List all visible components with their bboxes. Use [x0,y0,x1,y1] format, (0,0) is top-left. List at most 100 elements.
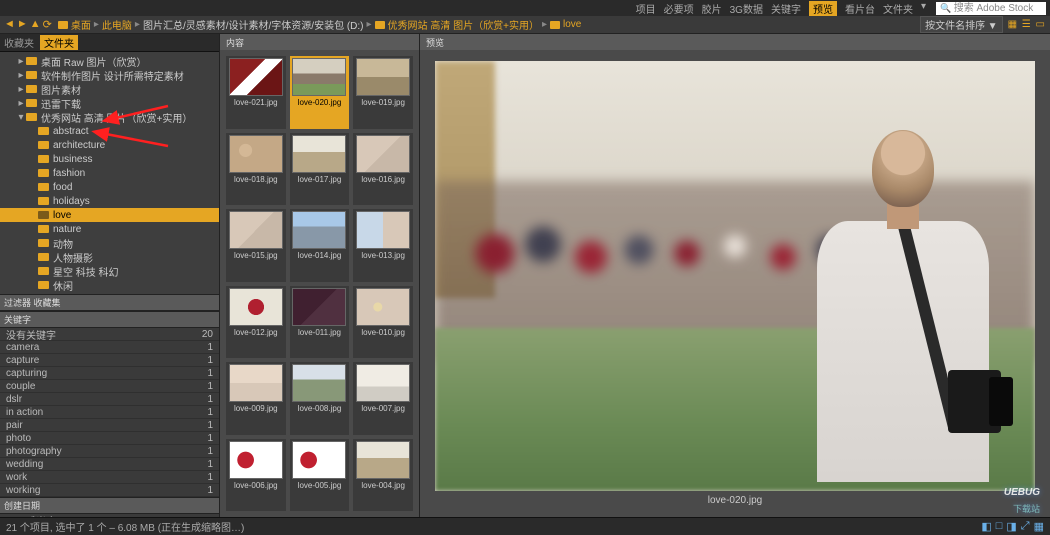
keywords-header[interactable]: 关键字 [0,311,219,328]
tree-node-business[interactable]: business [0,152,219,166]
thumbnail-love-009.jpg[interactable]: love-009.jpg [226,362,286,435]
menu-dropdown-icon[interactable]: ▾ [921,1,926,16]
crumb-2[interactable]: 图片汇总/灵感素材/设计素材/字体资源/安装包 (D:) [143,17,364,32]
tree-node-桌面 Raw 图片（欣赏）[interactable]: ▸桌面 Raw 图片（欣赏） [0,54,219,68]
keyword-row[interactable]: 没有关键字20 [0,328,219,341]
view-list-icon[interactable]: ☰ [1022,19,1031,30]
menu-item-3[interactable]: 3G数据 [730,1,763,16]
preview-caption: love-020.jpg [708,495,762,506]
preview-panel: 预览 love-020.jpg [420,34,1050,517]
site-watermark: UEBUG 下载站 [1004,470,1040,515]
thumbnail-love-008.jpg[interactable]: love-008.jpg [290,362,350,435]
menu-item-4[interactable]: 关键字 [771,1,801,16]
status-icon-1[interactable]: ◧ [981,520,991,533]
nav-arrows: ◄ ► ▲ ⟳ [4,18,52,31]
keyword-row[interactable]: working1 [0,484,219,497]
tree-node-优秀网站 高清 图片（欣赏+实用）[interactable]: ▾优秀网站 高清 图片（欣赏+实用） [0,110,219,124]
pathbar-right-controls: 按文件名排序 ▼ ▦ ☰ ▭ [920,16,1046,33]
date-header[interactable]: 创建日期 [0,497,219,514]
thumbnail-love-014.jpg[interactable]: love-014.jpg [290,209,350,282]
tree-node-星空 科技 科幻[interactable]: 星空 科技 科幻 [0,264,219,278]
thumbnail-love-018.jpg[interactable]: love-018.jpg [226,133,286,206]
crumb-1[interactable]: 此电脑 [102,17,132,32]
tree-node-动物[interactable]: 动物 [0,236,219,250]
sort-dropdown[interactable]: 按文件名排序 ▼ [920,16,1002,33]
keyword-row[interactable]: work1 [0,471,219,484]
thumbnail-love-006.jpg[interactable]: love-006.jpg [226,439,286,512]
thumbnail-love-019.jpg[interactable]: love-019.jpg [353,56,413,129]
menu-item-7[interactable]: 文件夹 [883,1,913,16]
crumb-3[interactable]: 优秀网站 高清 图片（欣赏+实用） [388,17,539,32]
keyword-row[interactable]: capture1 [0,354,219,367]
tree-node-人物摄影[interactable]: 人物摄影 [0,250,219,264]
tree-node-architecture[interactable]: architecture [0,138,219,152]
keyword-row[interactable]: photography1 [0,445,219,458]
crumb-0[interactable]: 桌面 [71,17,91,32]
keyword-row[interactable]: pair1 [0,419,219,432]
thumbnail-love-007.jpg[interactable]: love-007.jpg [353,362,413,435]
left-panel: 收藏夹 文件夹 ▸桌面 Raw 图片（欣赏）▸软件制作图片 设计所需特定素材▸图… [0,34,220,517]
path-bar: ◄ ► ▲ ⟳ 桌面 ▸ 此电脑 ▸ 图片汇总/灵感素材/设计素材/字体资源/安… [0,16,1050,34]
tree-node-迅雷下载[interactable]: ▸迅雷下载 [0,96,219,110]
keyword-row[interactable]: couple1 [0,380,219,393]
tree-node-love[interactable]: love [0,208,219,222]
thumbnail-love-017.jpg[interactable]: love-017.jpg [290,133,350,206]
menu-item-2[interactable]: 胶片 [702,1,722,16]
status-icon-grid[interactable]: ▦ [1034,520,1044,533]
view-filmstrip-icon[interactable]: ▭ [1036,19,1045,30]
menu-item-0[interactable]: 项目 [636,1,656,16]
status-icon-2[interactable]: □ [996,520,1003,533]
tree-node-holidays[interactable]: holidays [0,194,219,208]
thumbnail-love-020.jpg[interactable]: love-020.jpg [290,56,350,129]
folder-tree: ▸桌面 Raw 图片（欣赏）▸软件制作图片 设计所需特定素材▸图片素材▸迅雷下载… [0,52,219,294]
tree-node-food[interactable]: food [0,180,219,194]
keyword-row[interactable]: wedding1 [0,458,219,471]
thumbnail-love-011.jpg[interactable]: love-011.jpg [290,286,350,359]
filter-header[interactable]: 过滤器 收藏集 [0,294,219,311]
thumbnail-grid: love-021.jpglove-020.jpglove-019.jpglove… [220,50,419,517]
nav-up-icon[interactable]: ▲ [30,18,41,31]
nav-refresh-icon[interactable]: ⟳ [43,18,52,31]
tab-favorites[interactable]: 收藏夹 [4,35,34,50]
preview-header: 预览 [420,34,1050,50]
thumbnail-love-010.jpg[interactable]: love-010.jpg [353,286,413,359]
keyword-row[interactable]: dslr1 [0,393,219,406]
tree-node-abstract[interactable]: abstract [0,124,219,138]
keyword-row[interactable]: camera1 [0,341,219,354]
view-grid-icon[interactable]: ▦ [1008,19,1017,30]
menu-item-6[interactable]: 看片台 [845,1,875,16]
view-mode-icons: ▦ ☰ ▭ [1007,19,1046,30]
tree-node-fashion[interactable]: fashion [0,166,219,180]
thumbnail-love-016.jpg[interactable]: love-016.jpg [353,133,413,206]
top-menu-items: 项目 必要项 胶片 3G数据 关键字 预览 看片台 文件夹 ▾ [636,1,926,16]
tree-node-休闲[interactable]: 休闲 [0,278,219,292]
thumbnail-love-021.jpg[interactable]: love-021.jpg [226,56,286,129]
menu-item-1[interactable]: 必要项 [664,1,694,16]
thumbnail-love-013.jpg[interactable]: love-013.jpg [353,209,413,282]
content-panel: 内容 love-021.jpglove-020.jpglove-019.jpgl… [220,34,420,517]
thumbnail-love-015.jpg[interactable]: love-015.jpg [226,209,286,282]
tree-node-图片素材[interactable]: ▸图片素材 [0,82,219,96]
thumbnail-love-012.jpg[interactable]: love-012.jpg [226,286,286,359]
thumbnail-love-004.jpg[interactable]: love-004.jpg [353,439,413,512]
nav-back-icon[interactable]: ◄ [4,18,15,31]
status-icon-4[interactable]: ⤢ [1021,520,1030,533]
folder-icon [550,21,560,29]
tree-node-软件制作图片 设计所需特定素材[interactable]: ▸软件制作图片 设计所需特定素材 [0,68,219,82]
status-text: 21 个项目, 选中了 1 个 – 6.08 MB (正在生成缩略图…) [6,519,244,534]
nav-forward-icon[interactable]: ► [17,18,28,31]
crumb-current[interactable]: love [563,19,581,30]
thumbnail-love-005.jpg[interactable]: love-005.jpg [290,439,350,512]
status-icon-3[interactable]: ◨ [1006,520,1016,533]
keyword-row[interactable]: photo1 [0,432,219,445]
keyword-row[interactable]: capturing1 [0,367,219,380]
tab-folders[interactable]: 文件夹 [40,35,78,50]
folder-icon [58,21,68,29]
keyword-row[interactable]: in action1 [0,406,219,419]
menu-item-preview[interactable]: 预览 [809,1,837,16]
adobe-stock-search[interactable]: 🔍 搜索 Adobe Stock [936,2,1046,15]
preview-image[interactable] [435,61,1035,491]
tree-node-nature[interactable]: nature [0,222,219,236]
left-panel-tabs: 收藏夹 文件夹 [0,34,219,52]
exif-row[interactable]: ISO 感光度 [0,514,219,517]
